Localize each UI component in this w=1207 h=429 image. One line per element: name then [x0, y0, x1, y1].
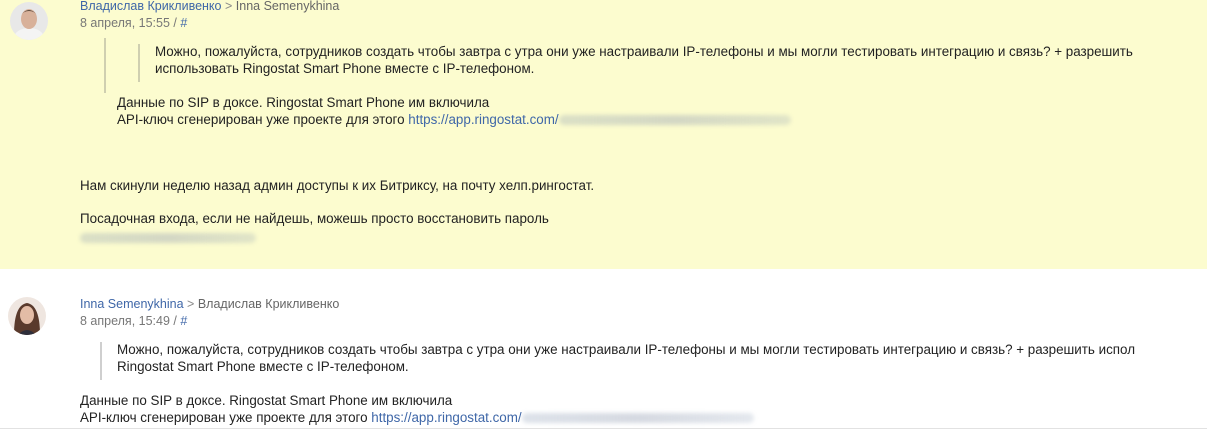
message-date[interactable]: 8 апреля, 15:49: [80, 314, 170, 328]
quote-inner: Можно, пожалуйста, сотрудников создать ч…: [138, 44, 1133, 82]
meta-separator: /: [173, 314, 177, 328]
message-meta: 8 апреля, 15:55 / #: [80, 16, 187, 31]
body-text: Посадочная входа, если не найдешь, можеш…: [80, 211, 549, 226]
sip-line: Данные по SIP в доксе. Ringostat Smart P…: [80, 393, 453, 408]
message-header: Владислав Крикливенко > Inna Semenykhina: [80, 0, 339, 14]
message-date[interactable]: 8 апреля, 15:55: [80, 16, 170, 30]
blurred-link-path: [521, 412, 754, 423]
quote-line: Ringostat Smart Phone вместе с IP-телефо…: [117, 358, 409, 374]
sip-info: Данные по SIP в доксе. Ringostat Smart P…: [80, 393, 754, 426]
recipient-name[interactable]: Inna Semenykhina: [236, 0, 340, 13]
quote-line: использовать Ringostat Smart Phone вмест…: [155, 60, 535, 76]
api-text: API-ключ сгенерирован уже проекте для эт…: [117, 111, 409, 127]
message-meta: 8 апреля, 15:49 / #: [80, 314, 187, 329]
permalink[interactable]: #: [180, 16, 187, 30]
recipient-arrow: >: [224, 0, 233, 13]
sip-line: Данные по SIP в доксе. Ringostat Smart P…: [117, 95, 490, 110]
quote: Можно, пожалуйста, сотрудников создать ч…: [100, 342, 1135, 380]
api-line: API-ключ сгенерирован уже проекте для эт…: [117, 112, 791, 129]
quote-line: Можно, пожалуйста, сотрудников создать ч…: [117, 342, 1136, 357]
author-link[interactable]: Владислав Крикливенко: [80, 0, 222, 13]
sip-info: Данные по SIP в доксе. Ringostat Smart P…: [117, 95, 791, 128]
api-text: API-ключ сгенерирован уже проекте для эт…: [80, 409, 372, 425]
quote-line: Можно, пожалуйста, сотрудников создать ч…: [155, 44, 1133, 59]
ringostat-link[interactable]: https://app.ringostat.com/: [371, 410, 521, 425]
avatar[interactable]: [10, 2, 48, 40]
message-item: Inna Semenykhina > Владислав Крикливенко…: [0, 269, 1207, 429]
recipient-name[interactable]: Владислав Крикливенко: [198, 297, 340, 311]
api-line: API-ключ сгенерирован уже проекте для эт…: [80, 410, 754, 427]
avatar[interactable]: [8, 297, 46, 335]
message-item: Владислав Крикливенко > Inna Semenykhina…: [0, 0, 1207, 269]
blurred-link-path: [558, 114, 791, 125]
body-text: Нам скинули неделю назад админ доступы к…: [80, 178, 595, 193]
message-header: Inna Semenykhina > Владислав Крикливенко: [80, 297, 339, 312]
meta-separator: /: [173, 16, 177, 30]
ringostat-link[interactable]: https://app.ringostat.com/: [408, 112, 558, 127]
blurred-url: [80, 230, 256, 247]
author-link[interactable]: Inna Semenykhina: [80, 297, 184, 311]
recipient-arrow: >: [187, 297, 195, 311]
permalink[interactable]: #: [180, 314, 187, 328]
